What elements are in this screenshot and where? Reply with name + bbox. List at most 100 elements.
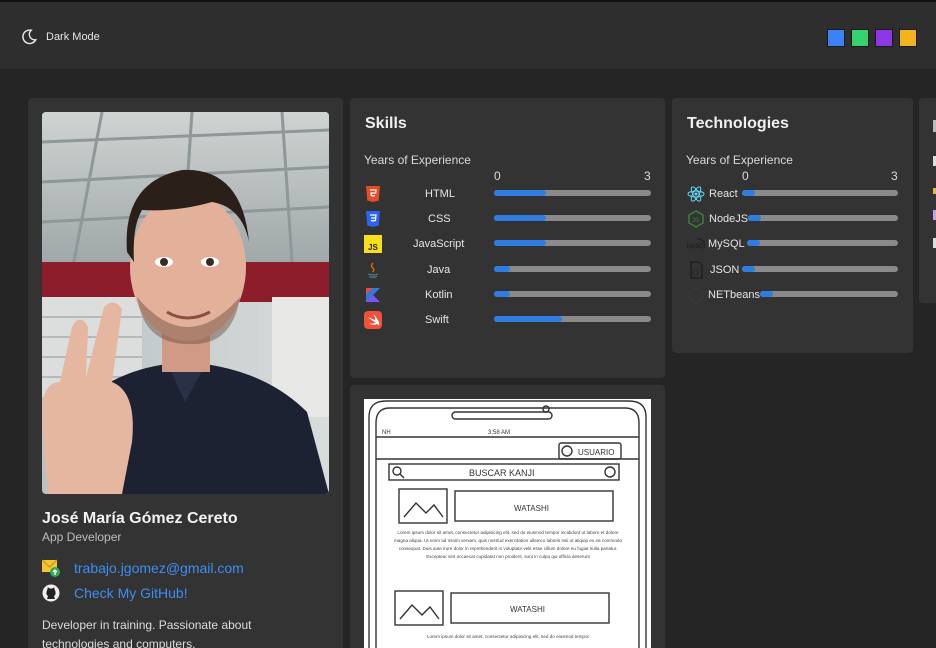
experience-bar-fill <box>747 240 761 246</box>
tech-row-mysql: MySQL MySQL <box>687 233 902 253</box>
experience-bar-fill <box>494 316 563 322</box>
skills-card: Skills Years of Experience 0 3 HTML CSS … <box>350 98 665 378</box>
theme-swatch-blue[interactable] <box>827 29 845 47</box>
moon-icon <box>22 29 38 45</box>
svg-text:JS: JS <box>692 218 699 224</box>
partial-card <box>919 98 936 303</box>
kotlin-icon <box>366 288 380 302</box>
experience-bar-fill <box>494 266 510 272</box>
sketch-status-time: 3:58 AM <box>488 430 510 436</box>
skill-label: Swift <box>425 314 449 326</box>
experience-bar-fill <box>742 266 756 272</box>
svg-text:{}: {} <box>692 269 699 276</box>
github-contact: Check My GitHub! <box>42 584 188 602</box>
technologies-scale-min: 0 <box>742 169 749 183</box>
experience-bar-track <box>760 291 898 297</box>
experience-bar-track <box>494 215 651 221</box>
experience-bar-track <box>748 215 898 221</box>
email-icon <box>42 559 60 577</box>
json-icon: {} <box>690 261 703 279</box>
experience-bar-fill <box>742 190 756 196</box>
skills-scale-min: 0 <box>494 169 501 183</box>
wireframe-sketch-image[interactable]: NH 3:58 AM USUARIO BUSCAR KANJI WATASHI … <box>364 399 651 648</box>
experience-bar-track <box>747 240 898 246</box>
skill-row-swift: Swift <box>364 309 654 329</box>
theme-swatch-green[interactable] <box>851 29 869 47</box>
profile-bio: Developer in training. Passionate about … <box>42 618 252 648</box>
css3-icon <box>366 211 380 227</box>
email-contact: trabajo.jgomez@gmail.com <box>42 559 244 577</box>
experience-bar-fill <box>748 215 762 221</box>
skill-label: JavaScript <box>413 238 465 250</box>
skill-row-css: CSS <box>364 208 654 228</box>
nodejs-icon: JS <box>688 210 704 228</box>
technologies-title: Technologies <box>687 115 789 132</box>
experience-bar-fill <box>494 240 547 246</box>
skill-row-html: HTML <box>364 183 654 203</box>
skill-row-java: Java <box>364 259 654 279</box>
tech-label: NETbeans <box>708 289 760 301</box>
experience-bar-track <box>494 316 651 322</box>
profile-photo <box>42 112 329 494</box>
skills-scale-max: 3 <box>644 169 651 183</box>
sketch-user-button: USUARIO <box>578 448 614 457</box>
theme-swatch-yellow[interactable] <box>899 29 917 47</box>
sketch-lorem-text: Lorem ipsum dolor sit amet, consectetur … <box>426 634 590 639</box>
sketch-lorem-text: Lorem ipsum dolor sit amet, consectetur … <box>393 530 622 559</box>
sketch-status-left: NH <box>382 430 391 436</box>
email-link[interactable]: trabajo.jgomez@gmail.com <box>74 560 244 576</box>
tech-row-react: React <box>687 183 902 203</box>
sketch-card-label: WATASHI <box>510 605 545 614</box>
skill-row-kotlin: Kotlin <box>364 284 654 304</box>
profile-card: José María Gómez Cereto App Developer tr… <box>28 98 343 648</box>
skill-row-javascript: JS JavaScript <box>364 233 654 253</box>
mysql-icon: MySQL <box>687 238 705 250</box>
github-link[interactable]: Check My GitHub! <box>74 585 188 601</box>
experience-bar-track <box>742 190 898 196</box>
project-sketch-card: NH 3:58 AM USUARIO BUSCAR KANJI WATASHI … <box>350 385 665 648</box>
skill-label: HTML <box>425 188 455 200</box>
top-bar: Dark Mode <box>0 0 936 69</box>
tech-row-nodejs: JS NodeJS <box>687 208 902 228</box>
experience-bar-track <box>494 240 651 246</box>
profile-photo-illustration <box>42 112 329 494</box>
sketch-card-label: WATASHI <box>514 504 549 513</box>
profile-role: App Developer <box>42 530 122 544</box>
experience-bar-fill <box>494 190 547 196</box>
technologies-subtitle: Years of Experience <box>686 153 793 167</box>
svg-text:JS: JS <box>368 243 378 252</box>
skill-label: CSS <box>428 213 451 225</box>
technologies-card: Technologies Years of Experience 0 3 Rea… <box>672 98 913 353</box>
sketch-search-label: BUSCAR KANJI <box>469 468 535 478</box>
html5-icon <box>366 186 380 202</box>
experience-bar-track <box>742 266 898 272</box>
skill-label: Java <box>427 264 451 276</box>
experience-bar-track <box>494 190 651 196</box>
dark-mode-toggle[interactable]: Dark Mode <box>20 28 100 46</box>
netbeans-icon <box>688 287 704 304</box>
react-icon <box>687 186 705 202</box>
java-icon <box>367 262 379 278</box>
experience-bar-fill <box>494 291 510 297</box>
tech-row-netbeans: NETbeans <box>687 284 902 304</box>
skills-subtitle: Years of Experience <box>364 153 471 167</box>
tech-label: JSON <box>710 264 740 276</box>
technologies-scale-max: 3 <box>891 169 898 183</box>
swift-icon <box>364 311 382 329</box>
experience-bar-fill <box>760 291 774 297</box>
phone-sketch-illustration: NH 3:58 AM USUARIO BUSCAR KANJI WATASHI … <box>368 400 647 648</box>
theme-swatch-purple[interactable] <box>875 29 893 47</box>
tech-label: MySQL <box>708 238 745 250</box>
dark-mode-label: Dark Mode <box>46 31 100 43</box>
profile-name: José María Gómez Cereto <box>42 510 238 527</box>
experience-bar-track <box>494 266 651 272</box>
javascript-icon: JS <box>364 235 382 253</box>
tech-row-json: {} JSON <box>687 259 902 279</box>
skill-label: Kotlin <box>425 289 453 301</box>
github-icon <box>42 584 60 602</box>
experience-bar-track <box>494 291 651 297</box>
svg-text:MySQL: MySQL <box>687 244 705 250</box>
tech-label: React <box>709 188 738 200</box>
sketch-lorem-block: Lorem ipsum dolor sit amet, consectetur … <box>393 530 622 559</box>
skills-title: Skills <box>365 115 407 132</box>
